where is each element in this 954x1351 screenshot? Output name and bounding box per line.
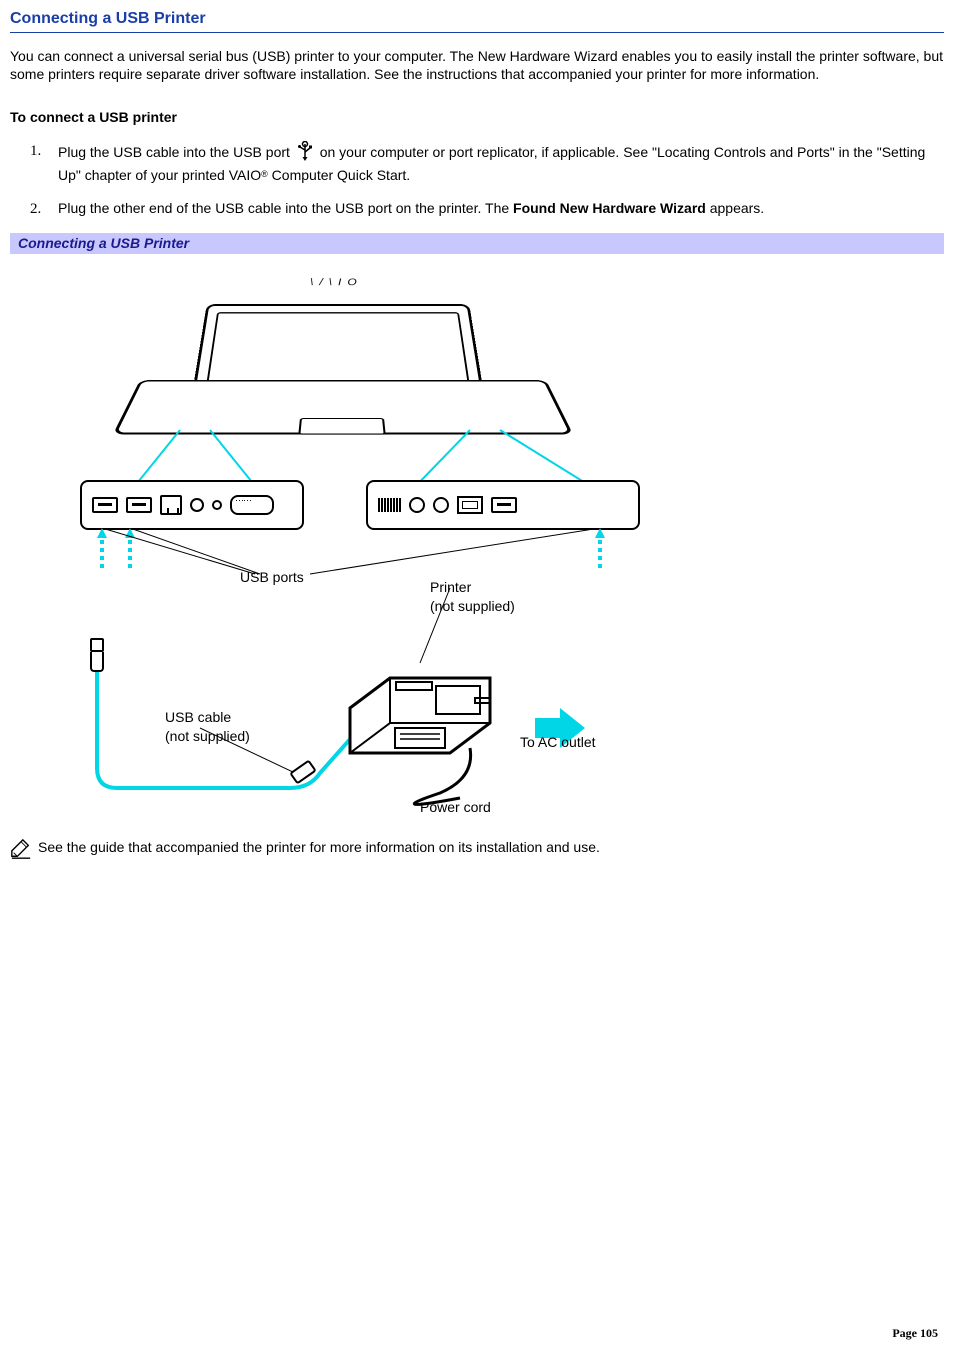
note-pencil-icon (10, 838, 32, 865)
step-text: Plug the USB cable into the USB port (58, 144, 294, 160)
page-number: Page 105 (892, 1325, 938, 1341)
vaio-logo: \/\IO (310, 276, 363, 289)
port-icon (433, 497, 449, 513)
note: See the guide that accompanied the print… (10, 838, 944, 865)
vent-icon (378, 498, 401, 512)
audio-jack-icon (190, 498, 204, 512)
usb-plug-icon (90, 638, 104, 672)
vga-port-icon (230, 495, 274, 515)
label-printer-sub: (not supplied) (430, 597, 515, 616)
step-text: Computer Quick Start. (268, 167, 410, 183)
step-2: 2. Plug the other end of the USB cable i… (30, 199, 944, 219)
step-1: 1. Plug the USB cable into the USB port … (30, 141, 944, 185)
label-usb-cable-sub: (not supplied) (165, 727, 250, 746)
usb-port-icon (126, 497, 152, 513)
steps-list: 1. Plug the USB cable into the USB port … (30, 141, 944, 219)
label-power-cord: Power cord (420, 798, 491, 817)
audio-jack-icon (212, 500, 222, 510)
usb-port-icon (491, 497, 517, 513)
intro-paragraph: You can connect a universal serial bus (… (10, 47, 944, 85)
label-usb-cable: USB cable (165, 708, 250, 727)
cable-diagram: USB cable (not supplied) To AC (80, 638, 640, 818)
note-text: See the guide that accompanied the print… (38, 838, 600, 857)
step-number: 1. (30, 141, 58, 185)
port-icon (409, 497, 425, 513)
ieee1394-port-icon (457, 496, 483, 514)
figure-caption: Connecting a USB Printer (10, 233, 944, 254)
step-body: Plug the USB cable into the USB port on … (58, 141, 944, 185)
wizard-name: Found New Hardware Wizard (513, 200, 706, 216)
page-title: Connecting a USB Printer (10, 8, 944, 33)
usb-icon (296, 141, 314, 166)
figure-illustration: \/\IO (80, 260, 640, 818)
step-body: Plug the other end of the USB cable into… (58, 199, 944, 219)
ethernet-port-icon (160, 495, 182, 515)
registered-mark: ® (261, 169, 268, 179)
step-number: 2. (30, 199, 58, 219)
usb-port-icon (92, 497, 118, 513)
right-port-panel (366, 480, 640, 530)
left-port-panel (80, 480, 304, 530)
printer-icon (340, 668, 500, 758)
section-heading: To connect a USB printer (10, 108, 944, 127)
step-text: Plug the other end of the USB cable into… (58, 200, 513, 216)
step-text: appears. (706, 200, 764, 216)
label-ac-outlet: To AC outlet (520, 733, 596, 752)
touchpad-icon (298, 418, 385, 435)
